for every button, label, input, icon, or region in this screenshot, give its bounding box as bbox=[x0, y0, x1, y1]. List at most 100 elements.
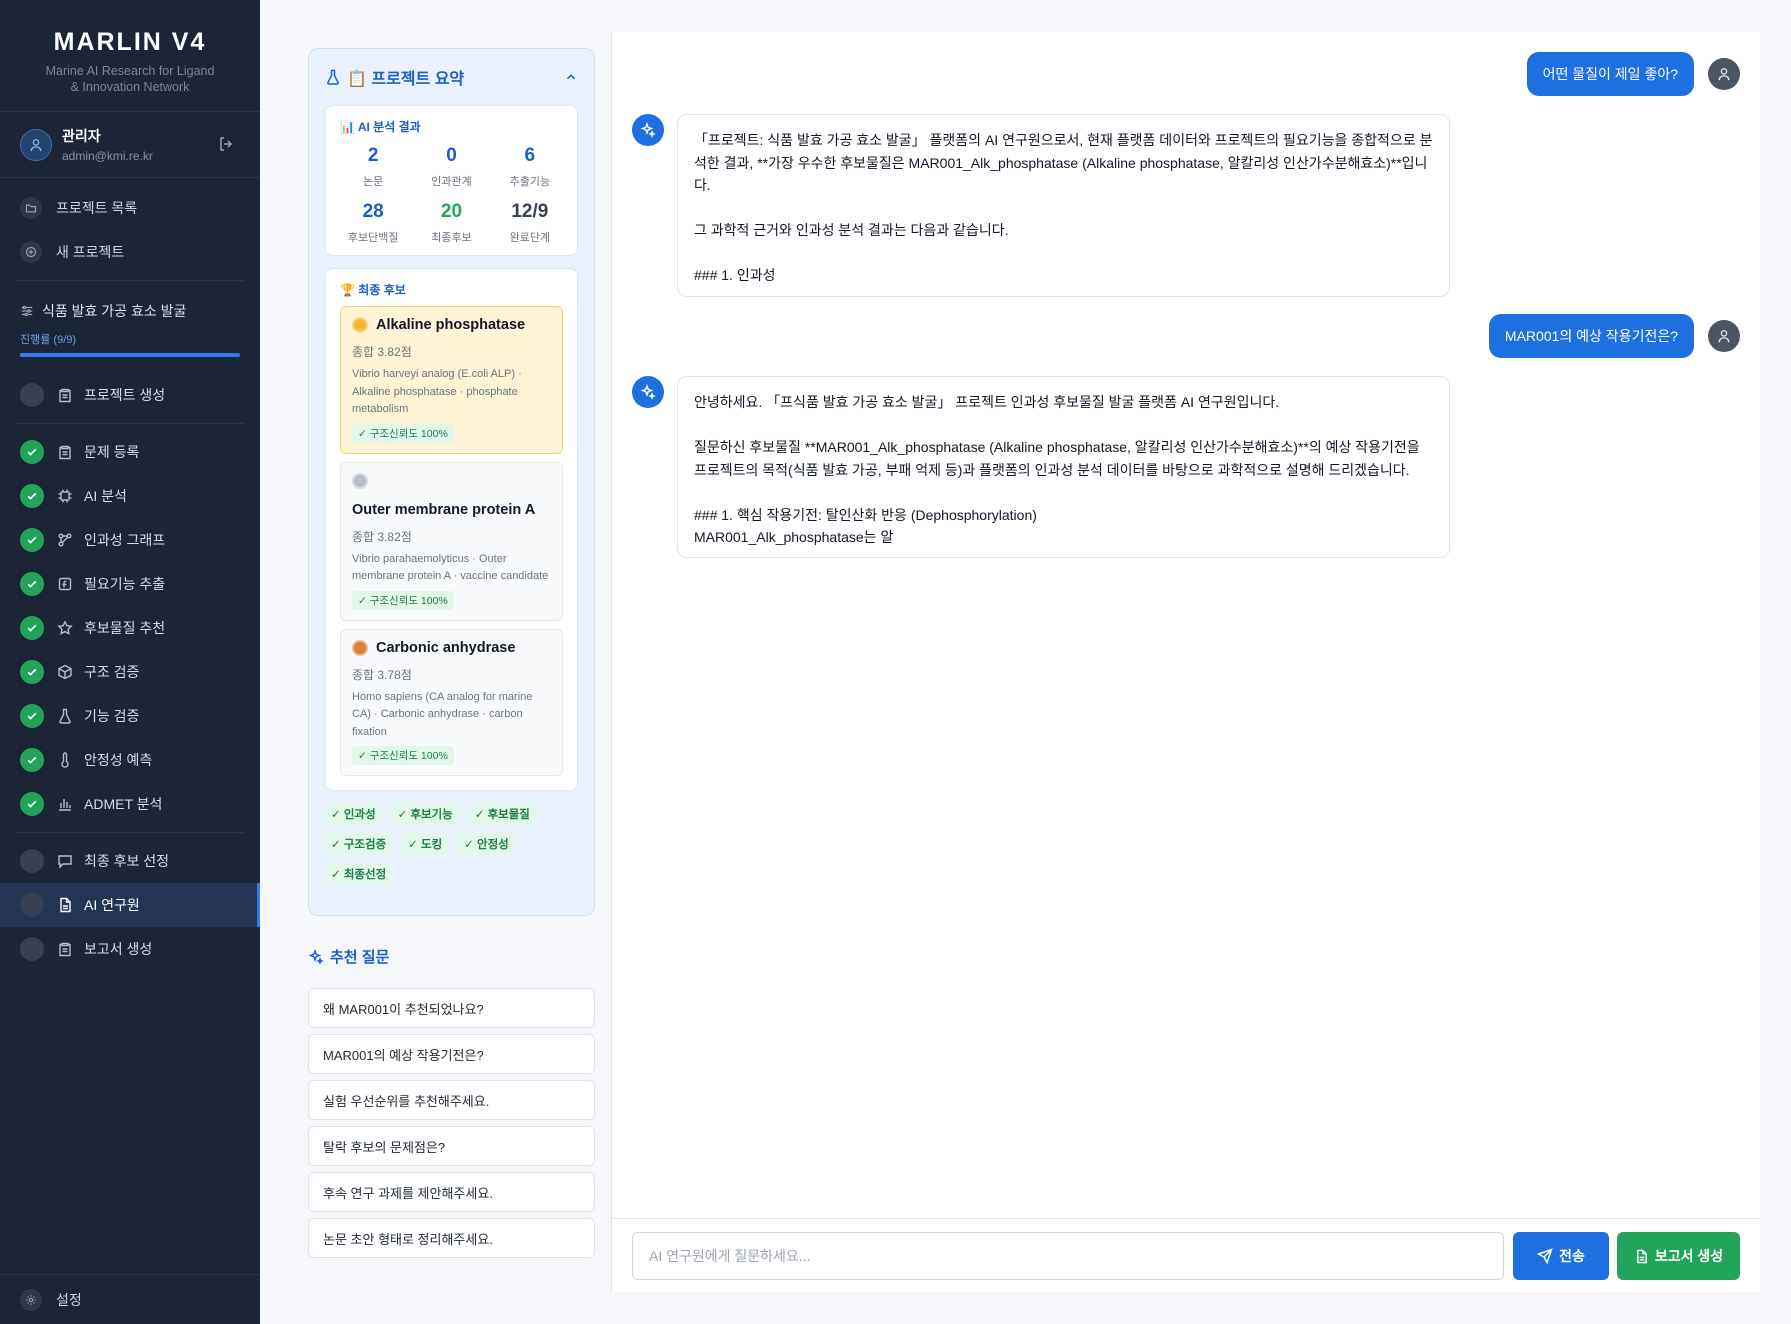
candidate-card[interactable]: Carbonic anhydrase 종합 3.78점 Homo sapiens (… bbox=[340, 628, 563, 776]
thermometer-icon bbox=[56, 751, 74, 769]
progress-bar bbox=[20, 353, 240, 357]
sidebar-step-label: 구조 검증 bbox=[84, 664, 140, 680]
user-avatar-icon bbox=[20, 128, 52, 161]
candidate-description: Vibrio harveyi analog (E.coli ALP) · Alk… bbox=[352, 368, 522, 415]
logout-icon[interactable] bbox=[218, 136, 234, 157]
sidebar-step-label: 필요기능 추출 bbox=[84, 576, 166, 592]
graph-icon bbox=[56, 531, 74, 549]
candidate-score: 종합 3.78점 bbox=[352, 667, 412, 682]
flask-icon bbox=[56, 707, 74, 725]
user-avatar-icon bbox=[1708, 320, 1740, 352]
summary-header[interactable]: 📋 프로젝트 요약 bbox=[309, 49, 594, 105]
stat-label: 추출기능 bbox=[509, 176, 551, 188]
sidebar-step[interactable]: 프로젝트 생성 bbox=[0, 373, 260, 417]
nav-project-list[interactable]: 프로젝트 목록 bbox=[0, 186, 260, 230]
current-project[interactable]: 식품 발효 가공 효소 발굴 진행률 (9/9) bbox=[0, 287, 260, 367]
stage-tag: ✓ 안정성 bbox=[458, 833, 515, 855]
ai-message-bubble: 「프로젝트: 식품 발효 가공 효소 발굴」 플랫폼의 AI 연구원으로서, 현… bbox=[677, 114, 1450, 297]
candidate-card[interactable]: Alkaline phosphatase 종합 3.82점 Vibrio harve… bbox=[340, 306, 563, 454]
sidebar-step[interactable]: AI 분석 bbox=[0, 474, 260, 518]
stat-value: 20 bbox=[440, 201, 463, 222]
cube-icon bbox=[56, 663, 74, 681]
clipboard-icon bbox=[56, 443, 74, 461]
gear-icon bbox=[20, 1288, 42, 1311]
sidebar: MARLIN V4 Marine AI Research for Ligand … bbox=[0, 0, 260, 1324]
check-icon bbox=[20, 704, 44, 728]
sidebar-step[interactable]: 안정성 예측 bbox=[0, 738, 260, 782]
message-icon bbox=[56, 852, 74, 870]
sidebar-step-label: AI 연구원 bbox=[84, 897, 140, 913]
stat-item: 12/9 완료단계 bbox=[491, 201, 569, 245]
sidebar-step[interactable]: AI 연구원 bbox=[0, 883, 260, 927]
sidebar-step[interactable]: 인과성 그래프 bbox=[0, 518, 260, 562]
user-name: 관리자 bbox=[62, 128, 101, 144]
suggested-questions-title: 추천 질문 bbox=[308, 946, 389, 967]
stage-tag: ✓ 후보기능 bbox=[391, 803, 459, 825]
suggested-question-button[interactable]: 논문 초안 형태로 정리해주세요. bbox=[308, 1218, 595, 1258]
ai-message-bubble: 안녕하세요. 「프식품 발효 가공 효소 발굴」 프로젝트 인과성 후보물질 발… bbox=[677, 376, 1450, 558]
progress-bar-fill bbox=[20, 353, 240, 357]
confidence-badge: ✓ 구조신뢰도 100% bbox=[352, 590, 454, 610]
divider bbox=[16, 423, 244, 424]
progress-label: 진행률 (9/9) bbox=[20, 334, 77, 346]
sidebar-step[interactable]: 문제 등록 bbox=[0, 430, 260, 474]
send-button[interactable]: 전송 bbox=[1513, 1232, 1609, 1280]
candidate-card[interactable]: Outer membrane protein A 종합 3.82점 Vibrio p… bbox=[340, 461, 563, 621]
candidate-description: Vibrio parahaemolyticus · Outer membrane… bbox=[352, 552, 549, 583]
stage-tag: ✓ 구조검증 bbox=[325, 833, 393, 855]
ai-analysis-card: 📊 AI 분석 결과 2 논문 0 인과관계 6 추출기능 28 후보단백질 20 최종후보 12/… bbox=[325, 105, 578, 256]
pending-circle-icon bbox=[20, 893, 44, 917]
chat-input[interactable] bbox=[632, 1232, 1504, 1280]
check-icon bbox=[20, 440, 44, 464]
stat-label: 완료단계 bbox=[509, 232, 551, 244]
sidebar-step[interactable]: 기능 검증 bbox=[0, 694, 260, 738]
check-icon bbox=[20, 572, 44, 596]
brand-subtitle-line1: Marine AI Research for Ligand bbox=[45, 64, 215, 78]
candidate-name: Alkaline phosphatase bbox=[376, 317, 526, 333]
suggested-question-button[interactable]: 후속 연구 과제를 제안해주세요. bbox=[308, 1172, 595, 1212]
check-icon bbox=[20, 528, 44, 552]
sidebar-step[interactable]: 최종 후보 선정 bbox=[0, 839, 260, 883]
sidebar-step[interactable]: 필요기능 추출 bbox=[0, 562, 260, 606]
stage-tag: ✓ 후보물질 bbox=[468, 803, 536, 825]
plus-icon bbox=[20, 241, 42, 263]
stage-tag: ✓ 최종선정 bbox=[325, 863, 393, 885]
document-icon bbox=[56, 896, 74, 914]
sidebar-step-label: 최종 후보 선정 bbox=[84, 853, 170, 869]
settings-button[interactable]: 설정 bbox=[0, 1274, 260, 1324]
folder-icon bbox=[20, 197, 42, 219]
candidate-score: 종합 3.82점 bbox=[352, 345, 412, 359]
suggested-question-button[interactable]: 왜 MAR001이 추천되었나요? bbox=[308, 988, 595, 1028]
divider bbox=[16, 832, 244, 833]
nav-new-project[interactable]: 새 프로젝트 bbox=[0, 230, 260, 274]
sidebar-step[interactable]: 보고서 생성 bbox=[0, 927, 260, 971]
sidebar-step[interactable]: ADMET 분석 bbox=[0, 782, 260, 826]
final-candidates-title: 🏆 최종 후보 bbox=[340, 283, 406, 297]
generate-report-label: 보고서 생성 bbox=[1654, 1248, 1724, 1264]
suggested-question-button[interactable]: MAR001의 예상 작용기전은? bbox=[308, 1034, 595, 1074]
sidebar-step[interactable]: 구조 검증 bbox=[0, 650, 260, 694]
stat-value: 28 bbox=[362, 201, 384, 222]
sidebar-step[interactable]: 후보물질 추천 bbox=[0, 606, 260, 650]
brand-title: MARLIN V4 bbox=[53, 28, 207, 56]
user-avatar-icon bbox=[1708, 58, 1740, 90]
check-icon bbox=[20, 748, 44, 772]
chevron-up-icon[interactable] bbox=[564, 70, 578, 84]
function-icon bbox=[56, 575, 74, 593]
sidebar-step-label: 기능 검증 bbox=[84, 708, 140, 724]
candidate-name: Carbonic anhydrase bbox=[376, 639, 516, 656]
stat-item: 6 추출기능 bbox=[491, 145, 569, 189]
suggested-question-button[interactable]: 실험 우선순위를 추천해주세요. bbox=[308, 1080, 595, 1120]
generate-report-button[interactable]: 보고서 생성 bbox=[1617, 1232, 1740, 1280]
stat-item: 2 논문 bbox=[334, 145, 412, 189]
completed-stage-tags: ✓ 인과성 ✓ 후보기능 ✓ 후보물질 ✓ 구조검증 ✓ 도킹 ✓ 안정성 ✓ 최종선정 bbox=[309, 791, 559, 885]
star-icon bbox=[56, 619, 74, 637]
brand: MARLIN V4 Marine AI Research for Ligand … bbox=[0, 0, 260, 112]
candidate-score: 종합 3.82점 bbox=[352, 529, 412, 544]
suggested-question-button[interactable]: 탈락 후보의 문제점은? bbox=[308, 1126, 595, 1166]
stat-value: 2 bbox=[367, 145, 379, 166]
stat-item: 28 후보단백질 bbox=[334, 201, 412, 245]
stat-value: 12/9 bbox=[511, 201, 549, 222]
suggested-questions-label: 추천 질문 bbox=[330, 949, 390, 966]
check-icon bbox=[20, 660, 44, 684]
